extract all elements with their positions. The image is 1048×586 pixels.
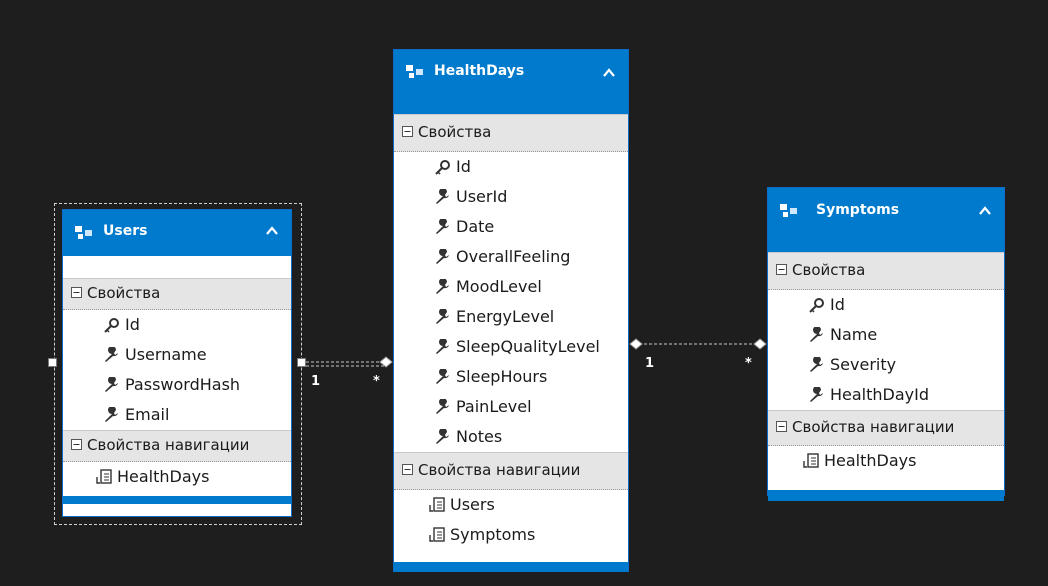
navigation-row[interactable]: Users	[394, 490, 628, 520]
section-label: Свойства	[87, 284, 161, 302]
entity-users[interactable]: Users Свойства Id Username PasswordHash …	[62, 209, 292, 517]
entity-header[interactable]: Symptoms	[768, 188, 1004, 252]
entity-type-icon	[780, 204, 797, 217]
wrench-icon	[436, 399, 449, 414]
wrench-icon	[436, 309, 449, 324]
wrench-icon	[436, 429, 449, 444]
section-properties[interactable]: Свойства	[63, 278, 291, 310]
property-row[interactable]: HealthDayId	[768, 380, 1004, 410]
chevron-up-icon[interactable]	[602, 66, 616, 80]
entity-title: Symptoms	[816, 202, 900, 218]
entity-title: Users	[103, 223, 148, 239]
wrench-icon	[105, 377, 118, 392]
resize-handle-right[interactable]	[297, 358, 306, 367]
section-label: Свойства	[792, 261, 866, 279]
section-label: Свойства навигации	[418, 461, 581, 479]
section-properties[interactable]: Свойства	[768, 252, 1004, 290]
property-row[interactable]: SleepQualityLevel	[394, 332, 628, 362]
wrench-icon	[810, 357, 823, 372]
entity-header[interactable]: HealthDays	[394, 50, 628, 114]
section-navigation[interactable]: Свойства навигации	[768, 410, 1004, 446]
users-multiplicity: 1	[311, 374, 321, 389]
symptoms-multiplicity: *	[745, 356, 752, 371]
healthdays-symptoms-diamond-left	[629, 338, 643, 350]
section-label: Свойства навигации	[792, 418, 955, 436]
property-row[interactable]: PainLevel	[394, 392, 628, 422]
healthdays-multiplicity: *	[373, 374, 380, 389]
entity-footer	[63, 496, 291, 504]
section-navigation[interactable]: Свойства навигации	[63, 430, 291, 462]
property-row[interactable]: Username	[63, 340, 291, 370]
minus-box-icon[interactable]	[402, 464, 413, 475]
navigation-property-icon	[96, 469, 112, 484]
minus-box-icon[interactable]	[776, 264, 787, 275]
healthdays-symptoms-diamond-right	[753, 338, 767, 350]
property-row[interactable]: Severity	[768, 350, 1004, 380]
property-row[interactable]: OverallFeeling	[394, 242, 628, 272]
key-icon	[435, 160, 450, 175]
entity-symptoms[interactable]: Symptoms Свойства Id Name Severity Healt…	[767, 187, 1005, 501]
key-icon	[104, 318, 119, 333]
property-row[interactable]: SleepHours	[394, 362, 628, 392]
property-row[interactable]: Name	[768, 320, 1004, 350]
key-icon	[809, 298, 824, 313]
entity-footer	[394, 562, 628, 572]
property-row[interactable]: Id	[394, 152, 628, 182]
section-label: Свойства навигации	[87, 436, 250, 454]
minus-box-icon[interactable]	[776, 421, 787, 432]
property-row[interactable]: MoodLevel	[394, 272, 628, 302]
entity-header[interactable]: Users	[63, 210, 291, 256]
wrench-icon	[436, 249, 449, 264]
property-row[interactable]: Id	[63, 310, 291, 340]
chevron-up-icon[interactable]	[978, 204, 992, 218]
navigation-property-icon	[803, 453, 819, 468]
wrench-icon	[105, 407, 118, 422]
section-properties[interactable]: Свойства	[394, 114, 628, 152]
wrench-icon	[436, 369, 449, 384]
minus-box-icon[interactable]	[71, 287, 82, 298]
property-row[interactable]: UserId	[394, 182, 628, 212]
wrench-icon	[810, 387, 823, 402]
navigation-property-icon	[429, 497, 445, 512]
property-row[interactable]: Id	[768, 290, 1004, 320]
property-row[interactable]: EnergyLevel	[394, 302, 628, 332]
entity-type-icon	[406, 65, 423, 78]
navigation-property-icon	[429, 527, 445, 542]
healthdays-to-symptoms-multiplicity: 1	[645, 356, 655, 371]
wrench-icon	[436, 219, 449, 234]
section-navigation[interactable]: Свойства навигации	[394, 452, 628, 490]
entity-type-icon	[75, 226, 92, 239]
entity-footer	[768, 490, 1004, 501]
wrench-icon	[105, 347, 118, 362]
wrench-icon	[436, 279, 449, 294]
navigation-row[interactable]: HealthDays	[63, 462, 291, 492]
property-row[interactable]: Email	[63, 400, 291, 430]
property-row[interactable]: Notes	[394, 422, 628, 452]
chevron-up-icon[interactable]	[265, 224, 279, 238]
property-row[interactable]: Date	[394, 212, 628, 242]
wrench-icon	[436, 339, 449, 354]
property-row[interactable]: PasswordHash	[63, 370, 291, 400]
navigation-row[interactable]: HealthDays	[768, 446, 1004, 476]
navigation-row[interactable]: Symptoms	[394, 520, 628, 550]
minus-box-icon[interactable]	[71, 439, 82, 450]
wrench-icon	[810, 327, 823, 342]
entity-healthdays[interactable]: HealthDays Свойства Id UserId Date Overa…	[393, 49, 629, 572]
minus-box-icon[interactable]	[402, 126, 413, 137]
wrench-icon	[436, 189, 449, 204]
entity-title: HealthDays	[434, 63, 525, 79]
section-label: Свойства	[418, 123, 492, 141]
resize-handle-left[interactable]	[48, 358, 57, 367]
